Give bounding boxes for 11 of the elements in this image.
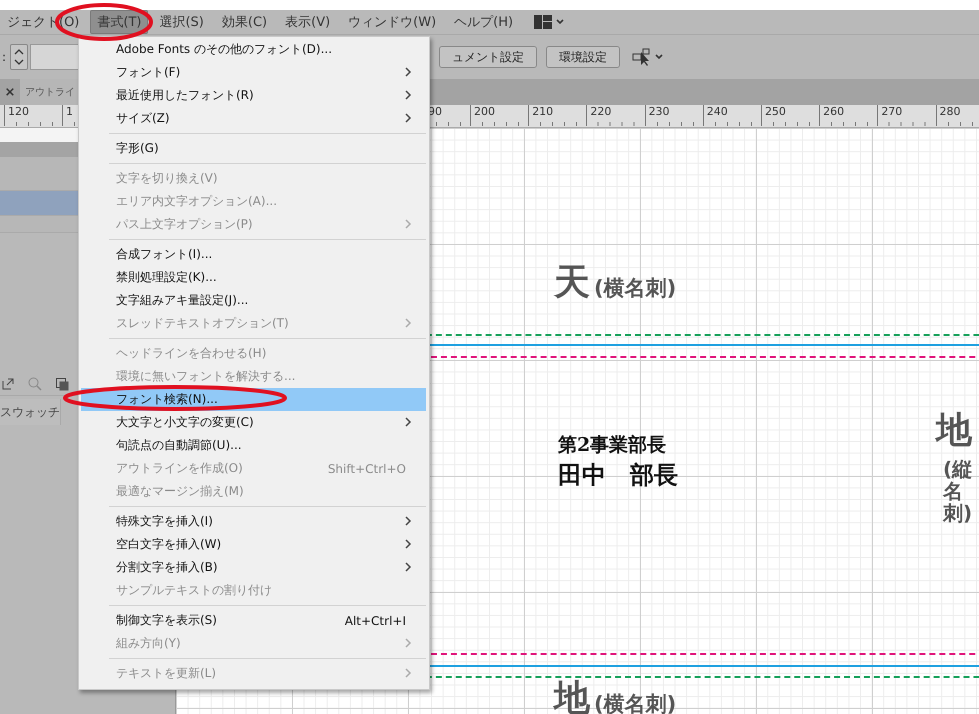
vertical-note-text: (縦名刺) [943,458,969,524]
heading-text: 地 [936,413,972,449]
control-label: : [2,50,6,64]
ruler-label: 1 [62,105,78,126]
note-text: (横名刺) [594,276,676,301]
note-text: (横名刺) [594,692,676,714]
ruler-label: 210 [528,105,586,126]
heading-text: 天 [554,265,590,301]
ruler-label: 260 [819,105,878,126]
card-text: 第2事業部長 [558,433,668,458]
card-text: 田中 部長 [558,458,678,491]
